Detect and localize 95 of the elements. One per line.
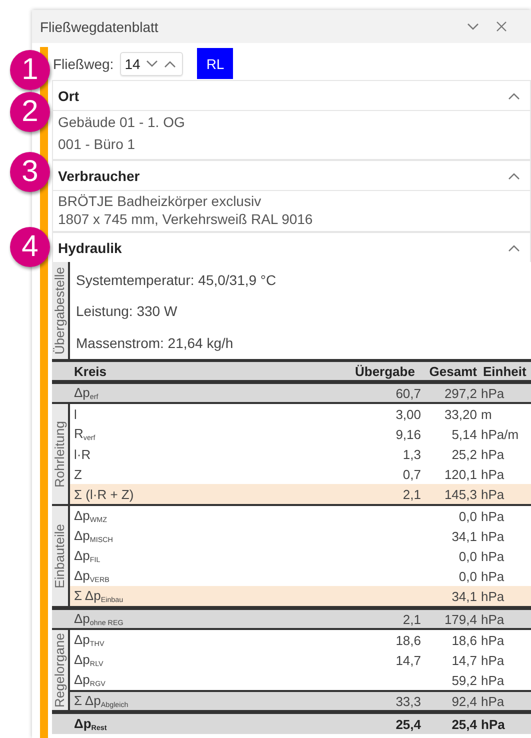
table-cell-text: 18,6	[450, 632, 477, 648]
location-text: 001 - Büro 1	[58, 135, 136, 154]
table-cell-text: 1,3	[402, 446, 421, 462]
window-title: Fließwegdatenblatt	[40, 18, 160, 34]
callout-badge: 1	[10, 50, 50, 90]
table-cell-text: 297,2	[443, 386, 477, 400]
table-cell-text: hPa	[480, 446, 506, 462]
consumer-text: 1807 x 745 mm, Verkehrsweiß RAL 9016	[58, 210, 314, 228]
table-cell-text: 34,1	[450, 528, 477, 544]
table-cell-text: Δp$_{MISCH}$	[73, 528, 114, 544]
table-cell-text: 0,0	[458, 568, 477, 584]
table-cell-text: Δp$_{FIL}$	[73, 548, 102, 564]
section-title: Ort	[58, 88, 79, 104]
table-cell-text: Δp$_{WMZ}$	[73, 508, 108, 524]
table-cell-text: Σ Δp$_{Abgleich}$	[73, 693, 130, 709]
decrement-chevron-icon[interactable]	[146, 60, 158, 68]
table-cell-text: 3,00	[394, 406, 421, 422]
table-cell-text: Δp$_{ohne REG}$	[73, 611, 124, 627]
column-header: Einheit	[482, 364, 528, 378]
table-cell-text: 0,7	[402, 466, 421, 482]
table-cell-text: Δp$_{THV}$	[73, 632, 106, 648]
table-cell-text: 25,4	[450, 716, 477, 732]
column-header: Übergabe	[355, 364, 416, 378]
table-cell-text: 5,14	[450, 426, 477, 442]
consumer-text: BRÖTJE Badheizkörper exclusiv	[58, 192, 262, 210]
table-cell-text: 14,7	[394, 652, 421, 668]
callout-badge: 4	[10, 227, 50, 267]
table-cell-text: 33,20	[443, 406, 477, 422]
table-cell-text: 33,3	[394, 694, 421, 708]
column-header: Gesamt	[428, 364, 477, 378]
table-cell-text: hPa	[480, 588, 506, 604]
rl-button[interactable]: RL	[197, 48, 234, 79]
table-cell-text: Σ (l·R + Z)	[73, 486, 135, 502]
property-text: Systemtemperatur: 45,0/31,9 °C	[76, 272, 278, 288]
table-cell-text: m	[480, 406, 493, 422]
table-cell-text: 2,1	[402, 612, 421, 626]
collapse-chevron-icon[interactable]	[508, 92, 520, 100]
table-cell-text: 145,3	[443, 486, 477, 502]
table-cell-text: 18,6	[394, 632, 421, 648]
table-cell-text: 179,4	[443, 612, 477, 626]
table-cell-text: hPa	[480, 508, 506, 524]
table-cell-text: hPa	[480, 548, 506, 564]
table-cell-text: Δp$_{erf}$	[73, 385, 100, 401]
table-cell-text: hPa	[480, 672, 506, 688]
number-spinner[interactable]: 14	[120, 52, 184, 76]
table-cell-text: hPa	[480, 466, 506, 482]
group-label: Regelorgane	[53, 632, 67, 708]
property-text: Leistung: 330 W	[76, 303, 178, 320]
table-cell-text: 2,1	[402, 486, 421, 502]
table-cell-text: Δp$_{VERB}$	[73, 568, 110, 584]
table-cell-text: 59,2	[450, 672, 477, 688]
location-text: Gebäude 01 - 1. OG	[58, 113, 186, 132]
table-cell-text: Z	[73, 466, 83, 482]
property-text: Massenstrom: 21,64 kg/h	[76, 335, 234, 352]
group-label: Einbauteile	[53, 524, 67, 588]
table-cell-text: 25,4	[394, 716, 421, 732]
table-cell-text: 120,1	[443, 466, 477, 482]
close-icon[interactable]	[496, 21, 506, 32]
table-cell-text: hPa/m	[480, 426, 520, 442]
table-cell-text: hPa	[480, 486, 506, 502]
collapse-chevron-icon[interactable]	[508, 172, 520, 180]
table-cell-text: R$_{verf}$	[73, 426, 96, 442]
table-cell-text: Δp$_{Rest}$	[73, 716, 108, 732]
table-cell-text: 25,2	[450, 446, 477, 462]
dropdown-chevron-icon[interactable]	[467, 22, 479, 30]
table-cell-text: 92,4	[450, 694, 477, 708]
table-cell-text: 34,1	[450, 588, 477, 604]
flow-path-label: Fließweg:	[53, 56, 114, 72]
callout-badge: 3	[10, 152, 50, 192]
collapse-chevron-icon[interactable]	[508, 244, 520, 252]
table-cell-text: hPa	[480, 568, 506, 584]
section-title: Verbraucher	[58, 168, 140, 184]
table-cell-text: hPa	[480, 528, 506, 544]
table-cell-text: 60,7	[394, 386, 421, 400]
table-cell-text: 9,16	[394, 426, 421, 442]
table-cell-text: hPa	[480, 612, 506, 626]
table-cell-text: 0,0	[458, 508, 477, 524]
table-cell-text: hPa	[480, 386, 506, 400]
table-cell-text: hPa	[480, 694, 506, 708]
table-cell-text: Δp$_{RLV}$	[73, 652, 104, 668]
group-label: Übergabestelle	[53, 266, 67, 354]
table-cell-text: 0,0	[458, 548, 477, 564]
table-cell-text: hPa	[480, 632, 506, 648]
table-cell-text: Σ Δp$_{Einbau}$	[73, 588, 124, 604]
section-title: Hydraulik	[58, 240, 122, 256]
group-label: Rohrleitung	[53, 420, 67, 488]
table-cell-text: l·R	[73, 446, 92, 462]
table-cell-text: 14,7	[450, 652, 477, 668]
column-header: Kreis	[73, 364, 108, 378]
table-cell-text: Δp$_{RGV}$	[73, 672, 106, 688]
table-cell-text: hPa	[480, 652, 506, 668]
increment-chevron-icon[interactable]	[164, 60, 176, 68]
callout-badge: 2	[10, 92, 50, 132]
table-cell-text: l	[73, 406, 78, 422]
table-cell-text: hPa	[480, 716, 506, 732]
